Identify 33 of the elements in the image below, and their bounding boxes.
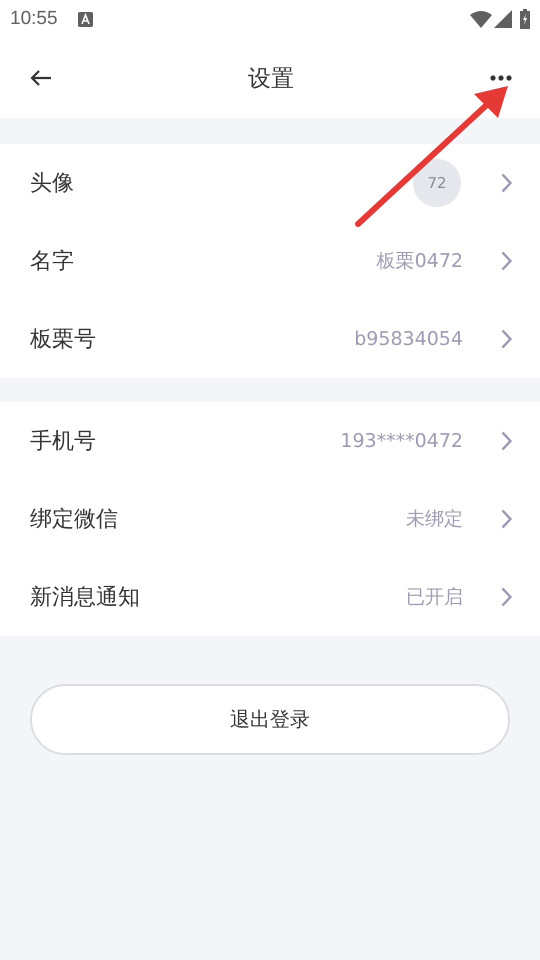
row-label: 新消息通知 <box>30 584 141 612</box>
avatar: 72 <box>413 159 461 207</box>
chevron-icon <box>501 251 512 271</box>
row-value: 未绑定 <box>406 507 463 532</box>
logout-button[interactable]: 退出登录 <box>30 684 510 755</box>
row-value: 板栗0472 <box>376 249 463 274</box>
notification-icon <box>78 12 93 26</box>
wifi-icon <box>470 10 492 28</box>
row-value: 193****0472 <box>340 430 463 452</box>
more-icon[interactable] <box>490 75 512 81</box>
chevron-icon <box>501 431 512 451</box>
signal-icon <box>494 10 512 28</box>
settings-row[interactable]: 板栗号 b95834054 <box>0 300 540 378</box>
row-label: 绑定微信 <box>30 506 119 534</box>
settings-row[interactable]: 头像 72 <box>0 144 540 222</box>
row-label: 手机号 <box>30 428 97 456</box>
row-label: 头像 <box>30 170 75 198</box>
settings-row[interactable]: 名字 板栗0472 <box>0 222 540 300</box>
chevron-icon <box>501 587 512 607</box>
page-title: 设置 <box>247 64 295 94</box>
row-value: b95834054 <box>354 328 463 350</box>
row-label: 板栗号 <box>30 326 97 354</box>
row-value: 已开启 <box>406 585 463 610</box>
battery-icon <box>520 9 530 29</box>
settings-row[interactable]: 新消息通知 已开启 <box>0 558 540 636</box>
chevron-icon <box>501 509 512 529</box>
row-label: 名字 <box>30 248 75 276</box>
settings-row[interactable]: 手机号 193****0472 <box>0 402 540 480</box>
status-time: 10:55 <box>10 8 58 30</box>
chevron-icon <box>501 173 512 193</box>
chevron-icon <box>501 329 512 349</box>
settings-row[interactable]: 绑定微信 未绑定 <box>0 480 540 558</box>
back-icon[interactable] <box>30 69 52 87</box>
